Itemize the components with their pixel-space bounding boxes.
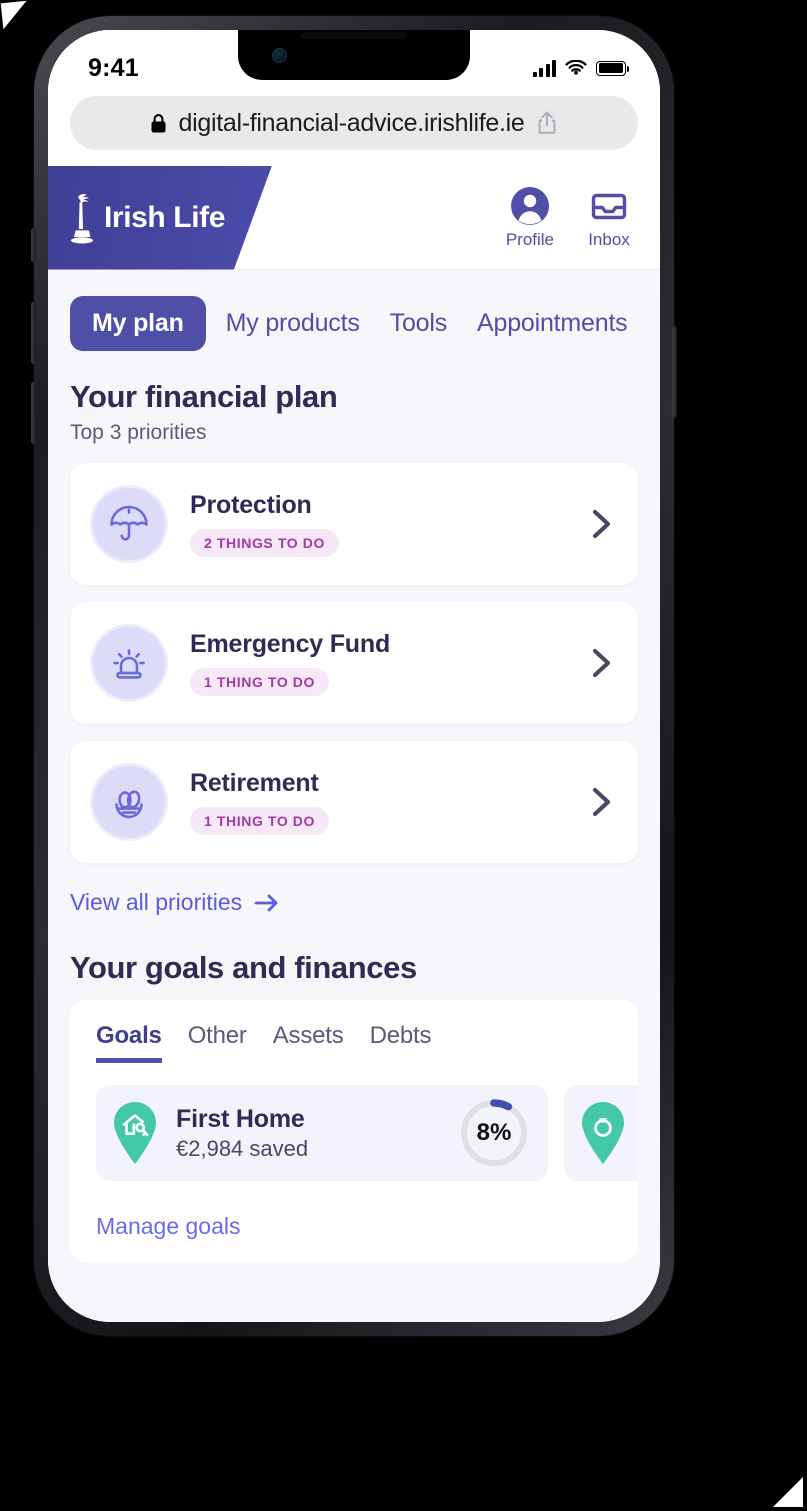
wifi-icon xyxy=(565,59,587,75)
goals-tab-other[interactable]: Other xyxy=(188,1022,247,1063)
goals-tab-goals[interactable]: Goals xyxy=(96,1022,162,1063)
goal-progress-label: 8% xyxy=(476,1119,512,1146)
lock-icon xyxy=(151,113,166,132)
url-bar[interactable]: digital-financial-advice.irishlife.ie xyxy=(70,96,638,150)
app-header: Irish Life Profile Inbox xyxy=(48,165,660,270)
priority-card-protection[interactable]: Protection 2 THINGS TO DO xyxy=(70,463,638,585)
inbox-label: Inbox xyxy=(588,230,630,249)
irish-life-logo-icon xyxy=(71,193,93,243)
tab-tools[interactable]: Tools xyxy=(380,296,457,351)
manage-goals-link[interactable]: Manage goals xyxy=(70,1203,638,1262)
inbox-button[interactable]: Inbox xyxy=(588,185,630,250)
goals-tab-assets[interactable]: Assets xyxy=(273,1022,344,1063)
page-title: Your financial plan xyxy=(70,379,338,414)
brand-logo[interactable]: Irish Life xyxy=(48,165,272,270)
chevron-right-icon[interactable] xyxy=(586,507,616,541)
silent-switch[interactable] xyxy=(31,228,36,262)
goal-card-list: First Home €2,984 saved 8% xyxy=(70,1063,638,1203)
header-actions: Profile Inbox xyxy=(506,185,660,250)
alarm-siren-icon xyxy=(90,624,168,702)
share-icon[interactable] xyxy=(536,110,558,136)
chevron-right-icon[interactable] xyxy=(586,646,616,680)
page-content: My plan My products Tools Appointments Y… xyxy=(48,270,660,1322)
tab-appointments[interactable]: Appointments xyxy=(467,296,637,351)
profile-avatar-icon xyxy=(510,187,549,225)
priority-badge: 1 THING TO DO xyxy=(190,807,329,835)
tab-my-products[interactable]: My products xyxy=(216,296,370,351)
goals-tab-debts[interactable]: Debts xyxy=(370,1022,432,1063)
priority-title: Emergency Fund xyxy=(190,630,391,658)
profile-label: Profile xyxy=(505,230,554,249)
priority-title: Retirement xyxy=(190,769,319,797)
tab-my-plan[interactable]: My plan xyxy=(70,296,206,351)
view-all-priorities-link[interactable]: View all priorities xyxy=(48,863,660,916)
brand-name: Irish Life xyxy=(104,200,226,234)
status-icons xyxy=(532,59,630,77)
primary-nav-tabs: My plan My products Tools Appointments xyxy=(48,270,660,351)
url-text: digital-financial-advice.irishlife.ie xyxy=(178,108,525,137)
goal-progress-ring: 8% xyxy=(458,1097,530,1169)
chevron-right-icon[interactable] xyxy=(586,785,616,819)
ring-pin-icon xyxy=(582,1102,624,1164)
goal-card-wedding[interactable] xyxy=(564,1085,638,1181)
profile-button[interactable]: Profile xyxy=(506,185,554,250)
goal-saved-amount: €2,984 saved xyxy=(176,1135,309,1161)
earpiece-speaker xyxy=(301,32,407,39)
priority-card-list: Protection 2 THINGS TO DO Emergency Fund… xyxy=(48,445,660,863)
priority-card-emergency-fund[interactable]: Emergency Fund 1 THING TO DO xyxy=(70,602,638,724)
nest-egg-icon xyxy=(90,763,168,841)
goals-tabs: Goals Other Assets Debts xyxy=(70,1022,638,1063)
browser-chrome: digital-financial-advice.irishlife.ie xyxy=(48,92,660,166)
battery-icon xyxy=(596,60,630,76)
phone-screen: 9:41 digital-financial-advice.irishlife.… xyxy=(48,30,660,1322)
arrow-right-icon xyxy=(254,894,278,911)
decorative-corner-bottom-right xyxy=(773,1477,803,1507)
phone-device-frame: 9:41 digital-financial-advice.irishlife.… xyxy=(31,16,677,1336)
priority-title: Protection xyxy=(190,491,312,519)
priority-card-retirement[interactable]: Retirement 1 THING TO DO xyxy=(70,741,638,863)
goals-panel: Goals Other Assets Debts First Home €2,9… xyxy=(70,1000,638,1262)
page-subtitle: Top 3 priorities xyxy=(70,421,207,444)
priority-badge: 2 THINGS TO DO xyxy=(190,529,339,557)
status-time: 9:41 xyxy=(88,53,139,82)
volume-down-button[interactable] xyxy=(31,382,36,444)
volume-up-button[interactable] xyxy=(31,302,36,364)
cellular-signal-icon xyxy=(532,59,556,77)
umbrella-icon xyxy=(90,485,168,563)
decorative-corner-top-left xyxy=(0,0,30,30)
priority-badge: 1 THING TO DO xyxy=(190,668,329,696)
goal-card-first-home[interactable]: First Home €2,984 saved 8% xyxy=(96,1085,548,1181)
power-button[interactable] xyxy=(672,326,677,418)
home-key-pin-icon xyxy=(114,1102,156,1164)
view-all-label: View all priorities xyxy=(70,889,243,915)
inbox-tray-icon xyxy=(591,193,627,220)
goals-section-title: Your goals and finances xyxy=(70,950,417,985)
goal-name: First Home xyxy=(176,1104,305,1133)
front-camera-icon xyxy=(272,48,287,63)
